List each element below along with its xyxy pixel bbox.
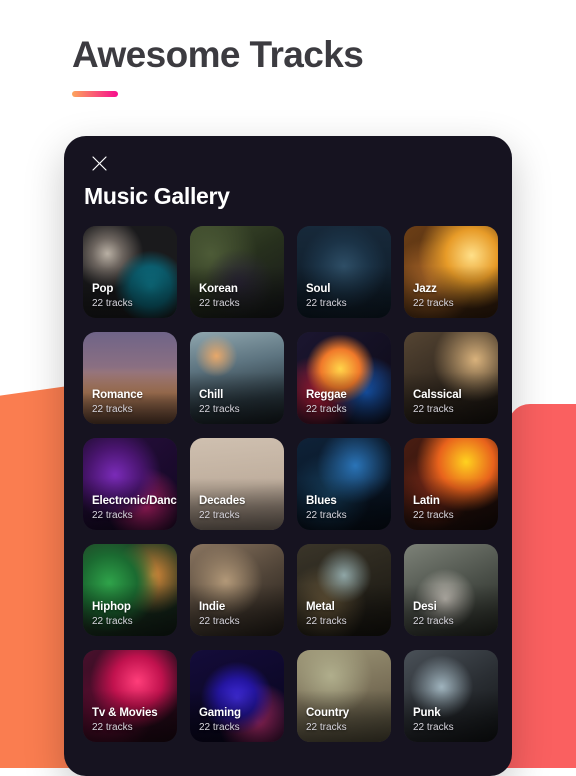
genre-tile-name: Reggae [306,389,347,401]
genre-tile-track-count: 22 tracks [199,722,240,733]
genre-tile-track-count: 22 tracks [92,616,133,627]
genre-tile-text: Punk 22 tracks [413,706,493,734]
genre-tile[interactable]: Desi 22 tracks [404,544,498,636]
genre-tile-text: Blues 22 tracks [306,494,386,522]
genre-tile[interactable]: Gaming 22 tracks [190,650,284,742]
genre-tile-name: Hiphop [92,601,131,613]
genre-tile-name: Jazz [413,283,437,295]
genre-tile-track-count: 22 tracks [413,510,454,521]
genre-tile-text: Reggae 22 tracks [306,388,386,416]
genre-grid: Pop 22 tracks Korean 22 tracks Soul 22 tracks… [64,210,498,742]
genre-tile[interactable]: Country 22 tracks [297,650,391,742]
genre-tile-text: Korean 22 tracks [199,282,279,310]
genre-tile[interactable]: Jazz 22 tracks [404,226,498,318]
genre-tile-name: Blues [306,495,337,507]
genre-tile[interactable]: Calssical 22 tracks [404,332,498,424]
genre-tile[interactable]: Decades 22 tracks [190,438,284,530]
genre-tile-text: Metal 22 tracks [306,600,386,628]
genre-tile-name: Metal [306,601,335,613]
genre-tile-text: Electronic/Dance 22 tracks [92,494,177,522]
genre-tile-name: Gaming [199,707,241,719]
genre-tile[interactable]: Latin 22 tracks [404,438,498,530]
genre-tile-name: Tv & Movies [92,707,158,719]
genre-tile-text: Soul 22 tracks [306,282,386,310]
genre-tile-name: Punk [413,707,441,719]
genre-tile-name: Calssical [413,389,462,401]
modal-title: Music Gallery [84,183,230,209]
genre-tile-track-count: 22 tracks [413,722,454,733]
genre-tile[interactable]: Chill 22 tracks [190,332,284,424]
genre-tile-text: Decades 22 tracks [199,494,279,522]
genre-tile-name: Electronic/Dance [92,495,177,507]
genre-tile-text: Gaming 22 tracks [199,706,279,734]
genre-tile-text: Country 22 tracks [306,706,386,734]
genre-tile-text: Jazz 22 tracks [413,282,493,310]
genre-tile-track-count: 22 tracks [92,404,133,415]
genre-tile-name: Chill [199,389,224,401]
close-button[interactable] [82,146,116,180]
page-header: Awesome Tracks [0,0,576,97]
genre-tile-text: Chill 22 tracks [199,388,279,416]
genre-tile[interactable]: Tv & Movies 22 tracks [83,650,177,742]
genre-tile[interactable]: Indie 22 tracks [190,544,284,636]
genre-tile-text: Desi 22 tracks [413,600,493,628]
genre-tile-name: Latin [413,495,440,507]
close-icon [91,155,107,171]
genre-tile-track-count: 22 tracks [413,298,454,309]
genre-tile-track-count: 22 tracks [199,510,240,521]
genre-tile[interactable]: Romance 22 tracks [83,332,177,424]
genre-tile-name: Pop [92,283,114,295]
genre-tile[interactable]: Korean 22 tracks [190,226,284,318]
genre-tile-text: Hiphop 22 tracks [92,600,172,628]
genre-tile-text: Tv & Movies 22 tracks [92,706,172,734]
genre-tile[interactable]: Reggae 22 tracks [297,332,391,424]
genre-tile[interactable]: Punk 22 tracks [404,650,498,742]
genre-tile[interactable]: Soul 22 tracks [297,226,391,318]
genre-tile-track-count: 22 tracks [306,510,347,521]
genre-tile[interactable]: Hiphop 22 tracks [83,544,177,636]
genre-tile-track-count: 22 tracks [413,404,454,415]
genre-tile-track-count: 22 tracks [306,298,347,309]
genre-tile-track-count: 22 tracks [92,298,133,309]
genre-tile-name: Korean [199,283,238,295]
genre-tile-track-count: 22 tracks [199,616,240,627]
music-gallery-modal: Music Gallery Pop 22 tracks Korean 22 track… [64,136,512,776]
genre-tile-name: Romance [92,389,143,401]
genre-tile-text: Calssical 22 tracks [413,388,493,416]
genre-tile-text: Romance 22 tracks [92,388,172,416]
genre-tile-track-count: 22 tracks [306,616,347,627]
genre-tile-track-count: 22 tracks [306,722,347,733]
genre-tile-name: Desi [413,601,437,613]
genre-tile[interactable]: Pop 22 tracks [83,226,177,318]
genre-tile[interactable]: Electronic/Dance 22 tracks [83,438,177,530]
genre-tile-track-count: 22 tracks [413,616,454,627]
page-title: Awesome Tracks [72,34,364,75]
genre-tile-track-count: 22 tracks [199,298,240,309]
genre-tile-text: Latin 22 tracks [413,494,493,522]
genre-tile-text: Indie 22 tracks [199,600,279,628]
genre-tile-track-count: 22 tracks [92,722,133,733]
genre-tile[interactable]: Blues 22 tracks [297,438,391,530]
genre-tile-track-count: 22 tracks [199,404,240,415]
genre-tile-name: Soul [306,283,331,295]
genre-tile-track-count: 22 tracks [306,404,347,415]
genre-tile-text: Pop 22 tracks [92,282,172,310]
title-underline-accent [72,91,118,97]
genre-tile-name: Country [306,707,350,719]
genre-tile[interactable]: Metal 22 tracks [297,544,391,636]
genre-tile-track-count: 22 tracks [92,510,133,521]
genre-tile-name: Indie [199,601,226,613]
genre-tile-name: Decades [199,495,246,507]
